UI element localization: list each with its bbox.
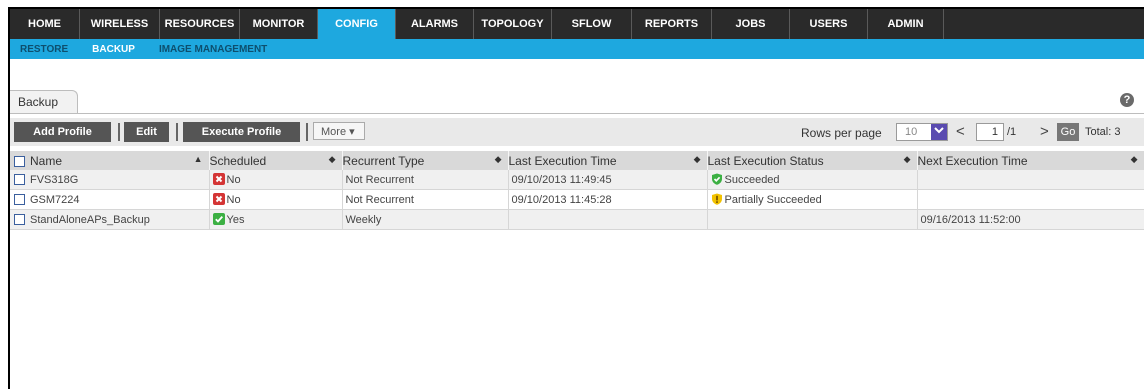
cell-scheduled: Yes: [209, 209, 343, 230]
cell-last-execution-status: Partially Succeeded: [707, 189, 918, 210]
go-button[interactable]: Go: [1057, 123, 1079, 141]
next-page-icon[interactable]: >: [1040, 123, 1049, 140]
cell-last-execution-time: 09/10/2013 11:49:45: [508, 170, 708, 190]
column-header-last-execution-status[interactable]: Last Execution Status ◆: [707, 151, 918, 170]
subnav-restore[interactable]: RESTORE: [20, 44, 68, 55]
cell-last-execution-status: [707, 209, 918, 230]
cell-name: StandAloneAPs_Backup: [10, 209, 210, 230]
header-label: Next Execution Time: [917, 153, 1028, 168]
help-icon[interactable]: ?: [1120, 93, 1134, 107]
total-count: Total: 3: [1085, 126, 1121, 138]
cell-name: FVS318G: [10, 170, 210, 190]
toolbar-separator: [306, 123, 308, 141]
column-header-name[interactable]: Name ▲: [10, 151, 210, 170]
toolbar-separator: [118, 123, 120, 141]
sort-asc-icon[interactable]: ▲: [194, 154, 203, 164]
rows-per-page-select[interactable]: 10: [896, 123, 948, 141]
x-icon: [212, 193, 225, 205]
shield-check-icon: [711, 173, 722, 185]
tab-wireless[interactable]: WIRELESS: [80, 9, 160, 39]
sort-icon[interactable]: ◆: [495, 154, 502, 165]
toolbar: Add Profile Edit Execute Profile More ▾ …: [10, 118, 1144, 146]
toolbar-separator: [176, 123, 178, 141]
cell-text: Succeeded: [724, 174, 780, 186]
cell-next-execution-time: 09/16/2013 11:52:00: [917, 209, 1144, 230]
tab-jobs[interactable]: JOBS: [712, 9, 790, 39]
app-frame: HOME WIRELESS RESOURCES MONITOR CONFIG A…: [8, 7, 1144, 389]
sort-icon[interactable]: ◆: [904, 154, 911, 165]
row-checkbox[interactable]: [14, 214, 25, 226]
cell-text: No: [226, 174, 241, 186]
cell-text: Yes: [226, 214, 245, 226]
row-checkbox[interactable]: [14, 174, 25, 186]
main-nav: HOME WIRELESS RESOURCES MONITOR CONFIG A…: [10, 9, 1144, 39]
tab-topology[interactable]: TOPOLOGY: [474, 9, 552, 39]
tab-users[interactable]: USERS: [790, 9, 868, 39]
tab-reports[interactable]: REPORTS: [632, 9, 712, 39]
subnav-backup[interactable]: BACKUP: [92, 44, 135, 55]
header-label: Name: [30, 153, 63, 168]
subnav-image-management[interactable]: IMAGE MANAGEMENT: [159, 44, 267, 55]
page-total: /1: [1007, 126, 1017, 138]
cell-text: No: [226, 194, 241, 206]
row-checkbox[interactable]: [14, 194, 25, 206]
tab-sflow[interactable]: SFLOW: [552, 9, 632, 39]
header-label: Scheduled: [209, 153, 267, 168]
tab-home[interactable]: HOME: [10, 9, 80, 39]
table-row[interactable]: FVS318G No Not Recurrent 09/10/2013 11:4…: [10, 170, 1144, 190]
tab-config[interactable]: CONFIG: [318, 9, 396, 39]
add-profile-button[interactable]: Add Profile: [14, 122, 111, 142]
cell-text: FVS318G: [30, 173, 79, 186]
cell-last-execution-time: [508, 209, 708, 230]
x-icon: [212, 173, 225, 185]
cell-scheduled: No: [209, 189, 343, 210]
column-header-scheduled[interactable]: Scheduled ◆: [209, 151, 343, 170]
rows-per-page-label: Rows per page: [801, 126, 882, 140]
edit-button[interactable]: Edit: [124, 122, 169, 142]
sort-icon[interactable]: ◆: [329, 154, 336, 165]
cell-last-execution-time: 09/10/2013 11:45:28: [508, 189, 708, 210]
cell-recurrent-type: Not Recurrent: [342, 170, 509, 190]
column-header-recurrent-type[interactable]: Recurrent Type ◆: [342, 151, 509, 170]
panel-tab-backup[interactable]: Backup: [10, 90, 78, 113]
sort-icon[interactable]: ◆: [1131, 154, 1138, 165]
tab-resources[interactable]: RESOURCES: [160, 9, 240, 39]
column-header-last-execution-time[interactable]: Last Execution Time ◆: [508, 151, 708, 170]
cell-scheduled: No: [209, 170, 343, 190]
cell-text: StandAloneAPs_Backup: [30, 213, 150, 226]
cell-recurrent-type: Weekly: [342, 209, 509, 230]
cell-last-execution-status: Succeeded: [707, 170, 918, 190]
tab-monitor[interactable]: MONITOR: [240, 9, 318, 39]
page-number-input[interactable]: 1: [976, 123, 1004, 141]
cell-recurrent-type: Not Recurrent: [342, 189, 509, 210]
sort-icon[interactable]: ◆: [694, 154, 701, 165]
execute-profile-button[interactable]: Execute Profile: [183, 122, 300, 142]
cell-text: Partially Succeeded: [724, 194, 822, 206]
header-label: Last Execution Status: [707, 153, 824, 168]
warning-icon: [711, 193, 722, 205]
prev-page-icon[interactable]: <: [956, 123, 965, 140]
tab-alarms[interactable]: ALARMS: [396, 9, 474, 39]
table-row[interactable]: StandAloneAPs_Backup Yes Weekly 09/16/20…: [10, 209, 1144, 230]
backup-table: Name ▲ Scheduled ◆ Recurrent Type ◆ Last Ex…: [10, 151, 1144, 230]
column-header-next-execution-time[interactable]: Next Execution Time ◆: [917, 151, 1144, 170]
tab-admin[interactable]: ADMIN: [868, 9, 944, 39]
sub-nav: RESTORE BACKUP IMAGE MANAGEMENT: [10, 39, 1144, 59]
table-row[interactable]: GSM7224 No Not Recurrent 09/10/2013 11:4…: [10, 189, 1144, 210]
select-all-checkbox[interactable]: [14, 155, 25, 167]
rows-per-page-value: 10: [905, 126, 918, 138]
panel-tab-bar: Backup: [10, 89, 1144, 114]
cell-text: GSM7224: [30, 193, 80, 206]
cell-next-execution-time: [917, 170, 1144, 190]
check-icon: [212, 213, 225, 225]
header-label: Last Execution Time: [508, 153, 617, 168]
more-dropdown[interactable]: More ▾: [313, 122, 365, 140]
cell-next-execution-time: [917, 189, 1144, 210]
table-header-row: Name ▲ Scheduled ◆ Recurrent Type ◆ Last Ex…: [10, 151, 1144, 170]
cell-name: GSM7224: [10, 189, 210, 210]
chevron-down-icon[interactable]: [931, 124, 947, 140]
header-label: Recurrent Type: [342, 153, 425, 168]
